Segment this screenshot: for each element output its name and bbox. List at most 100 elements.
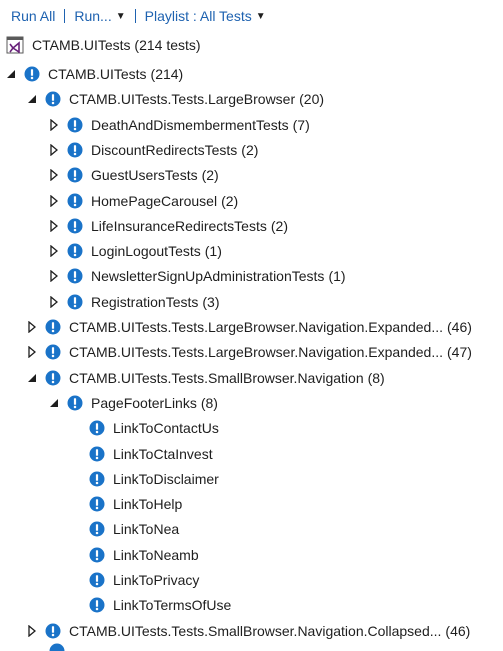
tree-row[interactable]: DeathAndDismembermentTests(7) <box>49 112 310 137</box>
collapsed-triangle-icon[interactable] <box>49 270 59 282</box>
playlist-dropdown-label: Playlist : All Tests <box>145 8 252 24</box>
tree-row[interactable]: CTAMB.UITests.Tests.SmallBrowser.Navigat… <box>27 618 470 643</box>
collapsed-triangle-icon[interactable] <box>27 625 37 637</box>
test-count: (214) <box>151 66 184 82</box>
tree-row[interactable]: LinkToNeamb <box>71 542 199 567</box>
test-name: LinkToPrivacy <box>113 572 199 588</box>
collapsed-triangle-icon[interactable] <box>27 321 37 333</box>
toolbar: Run All Run... ▼ Playlist : All Tests ▼ <box>0 0 503 32</box>
test-count: (46) <box>447 319 472 335</box>
tree-row[interactable]: CTAMB.UITests.Tests.SmallBrowser.Navigat… <box>27 365 385 390</box>
info-icon <box>45 91 61 107</box>
tree-row[interactable]: CTAMB.UITests(214) <box>6 61 183 86</box>
test-count: (47) <box>447 344 472 360</box>
test-name: CTAMB.UITests.Tests.SmallBrowser.Navigat… <box>69 623 441 639</box>
info-icon <box>89 496 105 512</box>
info-icon <box>89 471 105 487</box>
info-icon <box>67 167 83 183</box>
test-name: CTAMB.UITests.Tests.LargeBrowser.Navigat… <box>69 344 443 360</box>
collapsed-triangle-icon[interactable] <box>49 119 59 131</box>
tree-row[interactable]: CTAMB.UITests.Tests.LargeBrowser(20) <box>27 86 324 111</box>
test-name: DiscountRedirectsTests <box>91 142 237 158</box>
test-name: CTAMB.UITests <box>48 66 147 82</box>
test-name: LifeInsuranceRedirectsTests <box>91 218 267 234</box>
expanded-triangle-icon[interactable] <box>49 397 59 409</box>
collapsed-triangle-icon[interactable] <box>49 296 59 308</box>
run-all-button[interactable]: Run All <box>11 8 55 24</box>
collapsed-triangle-icon[interactable] <box>49 144 59 156</box>
test-name: GuestUsersTests <box>91 167 198 183</box>
tree-row[interactable]: LinkToPrivacy <box>71 567 199 592</box>
info-icon <box>89 446 105 462</box>
expanded-triangle-icon[interactable] <box>6 68 16 80</box>
test-name: LinkToDisclaimer <box>113 471 219 487</box>
tree-row[interactable]: PageFooterLinks(8) <box>49 390 218 415</box>
test-name: DeathAndDismembermentTests <box>91 117 289 133</box>
collapsed-triangle-icon[interactable] <box>49 169 59 181</box>
test-name: PageFooterLinks <box>91 395 197 411</box>
test-count: (1) <box>328 268 345 284</box>
collapsed-triangle-icon[interactable] <box>49 195 59 207</box>
playlist-dropdown-button[interactable]: Playlist : All Tests ▼ <box>145 8 266 24</box>
tree-row[interactable]: CTAMB.UITests.Tests.LargeBrowser.Navigat… <box>27 339 472 364</box>
tree-row[interactable]: LinkToTermsOfUse <box>71 592 231 617</box>
info-icon <box>45 344 61 360</box>
test-count: (8) <box>368 370 385 386</box>
test-count: (2) <box>202 167 219 183</box>
test-count: (8) <box>201 395 218 411</box>
tree-row[interactable]: LinkToDisclaimer <box>71 466 219 491</box>
expanded-triangle-icon[interactable] <box>27 372 37 384</box>
collapsed-triangle-icon[interactable] <box>49 220 59 232</box>
test-count: (2) <box>221 193 238 209</box>
info-icon <box>89 572 105 588</box>
tree-row[interactable]: LifeInsuranceRedirectsTests(2) <box>49 213 288 238</box>
info-icon <box>67 117 83 133</box>
tree-row[interactable]: CTAMB.UITests.Tests.LargeBrowser.Navigat… <box>27 314 472 339</box>
tree-row[interactable]: RegistrationTests(3) <box>49 289 220 314</box>
info-icon <box>67 395 83 411</box>
run-dropdown-button[interactable]: Run... ▼ <box>74 8 125 24</box>
info-icon <box>89 547 105 563</box>
info-icon <box>49 643 65 651</box>
info-icon <box>67 218 83 234</box>
test-count: (46) <box>445 623 470 639</box>
info-icon <box>89 420 105 436</box>
tree-row[interactable]: LinkToNea <box>71 516 179 541</box>
toolbar-separator <box>135 9 136 23</box>
tree-row[interactable]: GuestUsersTests(2) <box>49 162 219 187</box>
tree-row[interactable]: HomePageCarousel(2) <box>49 188 238 213</box>
test-name: CTAMB.UITests.Tests.LargeBrowser <box>69 91 295 107</box>
test-name: LoginLogoutTests <box>91 243 201 259</box>
test-name: CTAMB.UITests.Tests.LargeBrowser.Navigat… <box>69 319 443 335</box>
expanded-triangle-icon[interactable] <box>27 93 37 105</box>
project-header[interactable]: CTAMB.UITests (214 tests) <box>6 34 201 56</box>
test-count: (3) <box>202 294 219 310</box>
info-icon <box>67 268 83 284</box>
tree-row[interactable]: LinkToContactUs <box>71 415 219 440</box>
info-icon <box>89 597 105 613</box>
visual-studio-project-icon <box>6 36 24 54</box>
test-name: HomePageCarousel <box>91 193 217 209</box>
test-count: (20) <box>299 91 324 107</box>
tree-row[interactable]: LinkToCtaInvest <box>71 441 213 466</box>
toolbar-separator <box>64 9 65 23</box>
tree-row[interactable]: DiscountRedirectsTests(2) <box>49 137 258 162</box>
test-count: (1) <box>205 243 222 259</box>
chevron-down-icon: ▼ <box>256 11 266 22</box>
info-icon <box>67 294 83 310</box>
tree-row[interactable]: NewsletterSignUpAdministrationTests(1) <box>49 263 346 288</box>
test-name: LinkToNea <box>113 521 179 537</box>
info-icon <box>67 193 83 209</box>
collapsed-triangle-icon[interactable] <box>27 346 37 358</box>
test-count: (2) <box>241 142 258 158</box>
project-label: CTAMB.UITests (214 tests) <box>32 37 201 53</box>
info-icon <box>45 370 61 386</box>
test-count: (2) <box>271 218 288 234</box>
tree-row[interactable]: LoginLogoutTests(1) <box>49 238 222 263</box>
test-name: LinkToNeamb <box>113 547 199 563</box>
test-name: NewsletterSignUpAdministrationTests <box>91 268 324 284</box>
test-name: RegistrationTests <box>91 294 198 310</box>
tree-row[interactable]: LinkToHelp <box>71 491 182 516</box>
collapsed-triangle-icon[interactable] <box>49 245 59 257</box>
run-dropdown-label: Run... <box>74 8 111 24</box>
